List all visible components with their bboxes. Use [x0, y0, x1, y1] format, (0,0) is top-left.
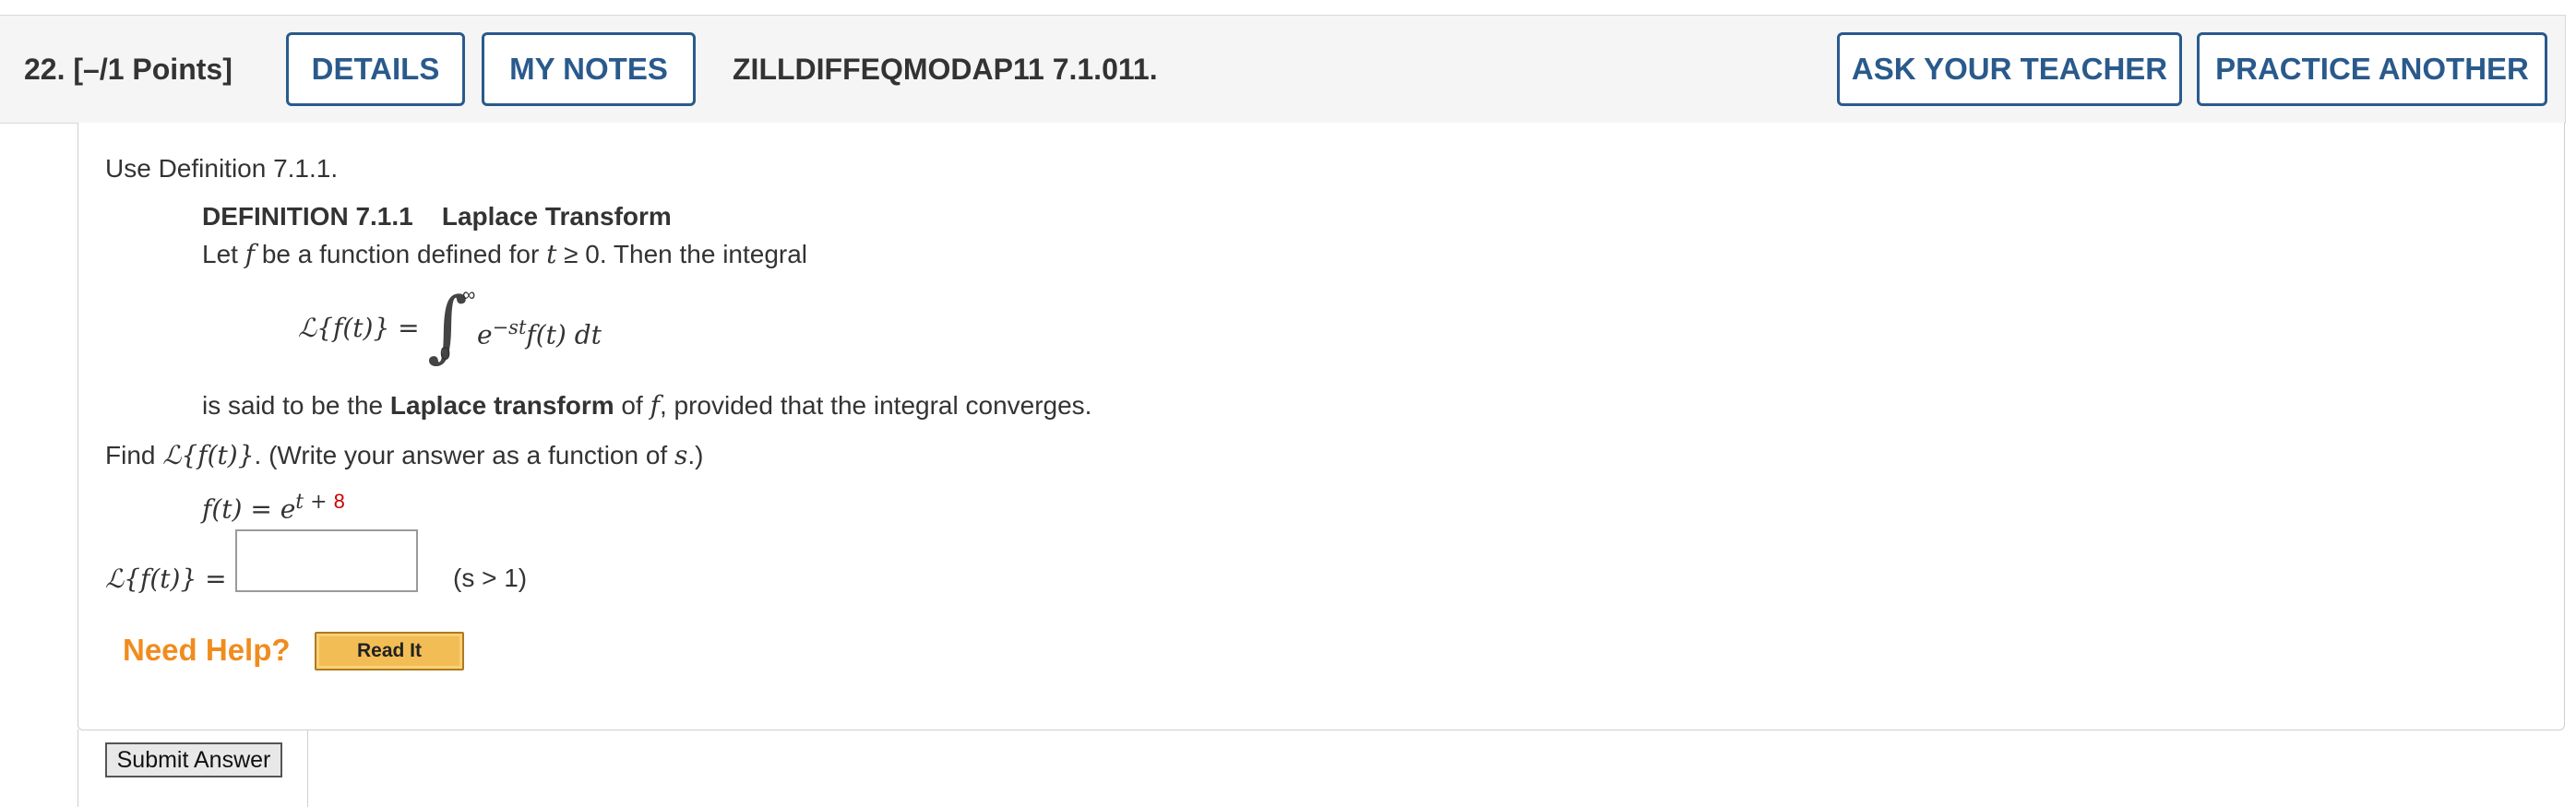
my-notes-button[interactable]: MY NOTES: [482, 32, 696, 106]
question-body: Use Definition 7.1.1. DEFINITION 7.1.1 L…: [78, 123, 2565, 730]
need-help-label: Need Help?: [123, 633, 291, 667]
intro-text: Use Definition 7.1.1.: [105, 154, 339, 183]
read-it-button[interactable]: Read It: [315, 632, 464, 671]
submit-area: Submit Answer: [78, 730, 308, 807]
integral-upper-limit: ∞: [462, 285, 476, 305]
laplace-definition-text: is said to be the Laplace transform of f…: [202, 390, 1092, 421]
question-header: 22. [–/1 Points] DETAILS MY NOTES ZILLDI…: [0, 15, 2566, 124]
definition-title: DEFINITION 7.1.1 Laplace Transform: [202, 202, 672, 231]
question-container: 22. [–/1 Points] DETAILS MY NOTES ZILLDI…: [0, 15, 2566, 807]
find-instruction: Find ℒ{f(t)}. (Write your answer as a fu…: [105, 440, 704, 470]
integral-lower-limit: 0: [440, 344, 451, 364]
practice-another-button[interactable]: PRACTICE ANOTHER: [2197, 32, 2547, 106]
question-number-points: 22. [–/1 Points]: [24, 53, 233, 86]
answer-input[interactable]: [235, 529, 418, 592]
question-reference: ZILLDIFFEQMODAP11 7.1.011.: [733, 53, 1158, 86]
definition-line: Let f be a function defined for t ≥ 0. T…: [202, 239, 808, 269]
details-button[interactable]: DETAILS: [286, 32, 465, 106]
answer-label: ℒ{f(t)} =: [105, 564, 227, 594]
answer-condition: (s > 1): [453, 564, 528, 592]
submit-answer-button[interactable]: Submit Answer: [105, 742, 282, 777]
ask-your-teacher-button[interactable]: ASK YOUR TEACHER: [1837, 32, 2182, 106]
given-function: f(t) = et + 8: [202, 490, 345, 525]
integrand: e−stf(t) dt: [477, 316, 602, 350]
